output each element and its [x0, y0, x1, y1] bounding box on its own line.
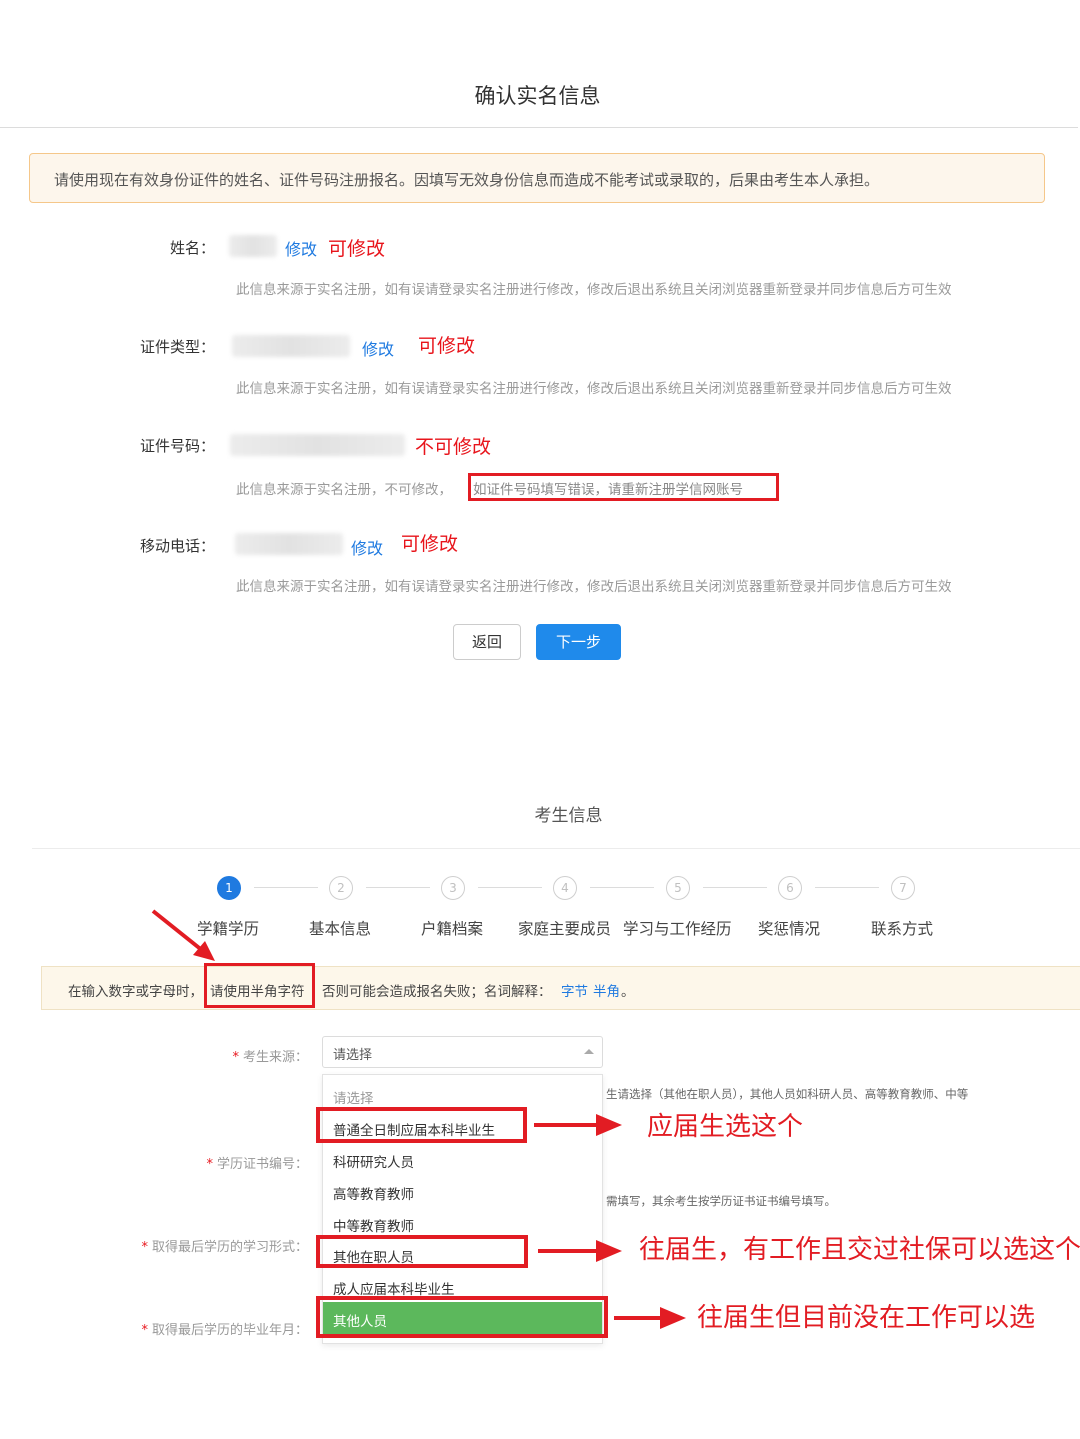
notice2-highlight: 请使用半角字符 [210, 984, 305, 1000]
arrow-right-icon [660, 1307, 686, 1329]
id-number-annotation: 不可修改 [415, 436, 492, 458]
id-number-value-blurred [230, 434, 405, 456]
step-5-circle[interactable]: 5 [666, 876, 690, 900]
id-type-annotation: 可修改 [418, 335, 476, 357]
phone-edit-link[interactable]: 修改 [351, 535, 383, 559]
step-2-label[interactable]: 基本信息 [309, 917, 371, 939]
notice2-middle: 否则可能会造成报名失败；名词解释： [322, 984, 552, 1000]
arrow-right-icon [596, 1114, 622, 1136]
name-label: 姓名： [169, 239, 215, 257]
step-connector [478, 887, 542, 888]
notice2-prefix: 在输入数字或字母时， [68, 984, 203, 1000]
section-title: 考生信息 [534, 806, 603, 826]
arrow-other-shaft [614, 1316, 662, 1320]
step-3-label[interactable]: 户籍档案 [421, 917, 483, 939]
notice-text: 请使用现在有效身份证件的姓名、证件号码注册报名。因填写无效身份信息而造成不能考试… [54, 171, 880, 189]
step-connector [366, 887, 430, 888]
step-7-label[interactable]: 联系方式 [871, 917, 933, 939]
step-connector [703, 887, 767, 888]
page-title: 确认实名信息 [474, 84, 601, 108]
name-edit-link[interactable]: 修改 [285, 236, 317, 260]
step-5-label[interactable]: 学习与工作经历 [623, 917, 732, 939]
step-3-circle[interactable]: 3 [441, 876, 465, 900]
step-4-circle[interactable]: 4 [553, 876, 577, 900]
id-type-hint: 此信息来源于实名注册，如有误请登录实名注册进行修改，修改后退出系统且关闭浏览器重… [236, 381, 952, 397]
option-researcher[interactable]: 科研研究人员 [323, 1143, 602, 1175]
id-number-label: 证件号码： [139, 437, 215, 455]
name-annotation: 可修改 [328, 238, 386, 260]
step-connector [590, 887, 654, 888]
option-higher-ed-teacher[interactable]: 高等教育教师 [323, 1175, 602, 1207]
step-6-circle[interactable]: 6 [778, 876, 802, 900]
source-side-hint: 生请选择（其他在职人员），其他人员如科研人员、高等教育教师、中等 [606, 1087, 969, 1101]
arrow-right-icon [596, 1240, 622, 1262]
cert-number-label: * 学历证书编号： [206, 1157, 308, 1172]
id-number-hint-prefix: 此信息来源于实名注册，不可修改， [236, 482, 452, 498]
cert-side-hint: 需填写，其余考生按学历证书证书编号填写。 [606, 1194, 836, 1208]
step-1-circle[interactable]: 1 [217, 876, 241, 900]
byte-link[interactable]: 字节 [561, 980, 588, 1000]
step-7-circle[interactable]: 7 [891, 876, 915, 900]
source-select[interactable]: 请选择 [322, 1036, 603, 1068]
id-number-hint-highlight: 如证件号码填写错误，请重新注册学信网账号 [473, 482, 743, 498]
notice2-suffix: 。 [621, 984, 635, 1000]
step-connector [254, 887, 318, 888]
annotation-fresh: 应届生选这个 [647, 1112, 804, 1142]
name-hint: 此信息来源于实名注册，如有误请登录实名注册进行修改，修改后退出系统且关闭浏览器重… [236, 282, 952, 298]
header-divider [0, 127, 1078, 128]
phone-hint: 此信息来源于实名注册，如有误请登录实名注册进行修改，修改后退出系统且关闭浏览器重… [236, 579, 952, 595]
id-type-value-blurred [232, 335, 350, 357]
phone-value-blurred [235, 533, 343, 555]
other-highlight-box [316, 1296, 608, 1338]
notice-banner: 请使用现在有效身份证件的姓名、证件号码注册报名。因填写无效身份信息而造成不能考试… [29, 153, 1045, 203]
other-employed-highlight-box [316, 1235, 528, 1268]
step-connector [815, 887, 879, 888]
next-button[interactable]: 下一步 [536, 624, 621, 660]
chevron-up-icon [584, 1049, 594, 1054]
fresh-graduate-highlight-box [316, 1107, 527, 1143]
section-divider [32, 848, 1080, 849]
phone-label: 移动电话： [139, 537, 215, 555]
study-form-label: * 取得最后学历的学习形式： [141, 1240, 308, 1255]
arrow-fresh-shaft [534, 1123, 596, 1127]
step-6-label[interactable]: 奖惩情况 [758, 917, 820, 939]
source-select-value: 请选择 [333, 1048, 373, 1063]
id-type-edit-link[interactable]: 修改 [362, 336, 394, 360]
step-pointer-arrow-icon [151, 909, 215, 961]
step-2-circle[interactable]: 2 [329, 876, 353, 900]
annotation-employed: 往届生，有工作且交过社保可以选这个 [639, 1235, 1080, 1265]
back-button[interactable]: 返回 [453, 624, 521, 660]
half-width-link[interactable]: 半角 [593, 980, 620, 1000]
source-label: * 考生来源： [232, 1050, 308, 1065]
annotation-other: 往届生但目前没在工作可以选 [697, 1303, 1036, 1333]
phone-annotation: 可修改 [401, 533, 459, 555]
name-value-blurred [229, 235, 277, 257]
id-type-label: 证件类型： [139, 338, 215, 356]
grad-date-label: * 取得最后学历的毕业年月： [141, 1323, 308, 1338]
arrow-employed-shaft [538, 1249, 598, 1253]
step-4-label[interactable]: 家庭主要成员 [518, 917, 611, 939]
